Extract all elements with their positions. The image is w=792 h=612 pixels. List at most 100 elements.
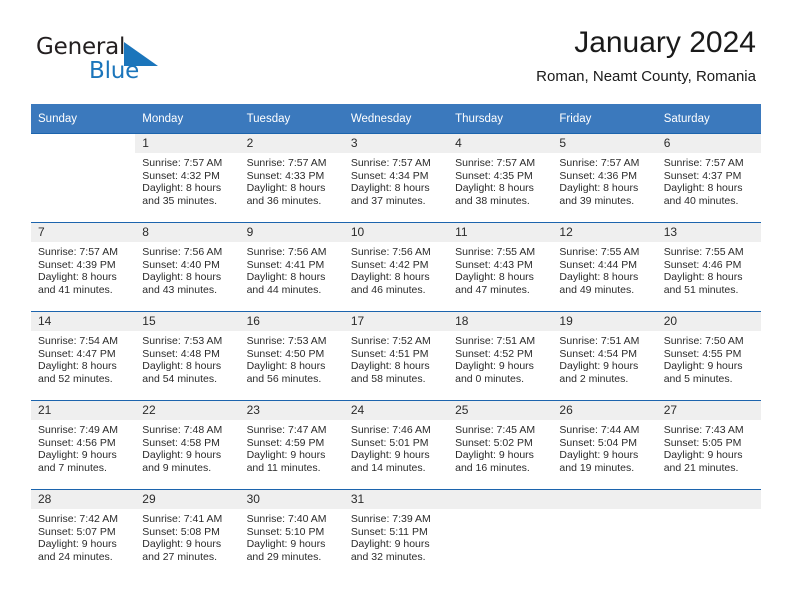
day-cell[interactable]: 4 Sunrise: 7:57 AM Sunset: 4:35 PM Daylight… bbox=[448, 133, 553, 223]
day-cell[interactable]: 28 Sunrise: 7:42 AM Sunset: 5:07 PM Dayligh… bbox=[31, 489, 136, 578]
day-cell[interactable]: 19 Sunrise: 7:51 AM Sunset: 4:54 PM Dayligh… bbox=[552, 311, 657, 401]
day-number: 8 bbox=[135, 223, 240, 242]
daylight-text-line2: and 43 minutes. bbox=[142, 283, 217, 296]
sunset-text: Sunset: 4:47 PM bbox=[38, 347, 116, 360]
day-number: 22 bbox=[135, 401, 240, 420]
day-cell[interactable]: 7 Sunrise: 7:57 AM Sunset: 4:39 PM Daylight… bbox=[31, 222, 136, 312]
daylight-text-line1: Daylight: 8 hours bbox=[142, 271, 222, 284]
day-cell[interactable]: 26 Sunrise: 7:44 AM Sunset: 5:04 PM Dayligh… bbox=[552, 400, 657, 490]
sunset-text: Sunset: 4:36 PM bbox=[559, 169, 638, 182]
day-cell[interactable]: 18 Sunrise: 7:51 AM Sunset: 4:52 PM Dayligh… bbox=[448, 311, 553, 401]
day-details: Sunrise: 7:54 AM Sunset: 4:47 PM Daylight:… bbox=[31, 331, 135, 385]
daylight-text-line1: Daylight: 8 hours bbox=[559, 271, 639, 284]
day-number: 16 bbox=[239, 312, 344, 331]
daylight-text-line1: Daylight: 8 hours bbox=[38, 271, 117, 284]
calendar-week-row: 28 Sunrise: 7:42 AM Sunset: 5:07 PM Dayligh… bbox=[31, 489, 761, 578]
sunset-text: Sunset: 4:41 PM bbox=[246, 258, 325, 271]
day-details: Sunrise: 7:57 AM Sunset: 4:36 PM Daylight:… bbox=[552, 153, 656, 207]
daylight-text-line1: Daylight: 8 hours bbox=[142, 182, 222, 195]
daylight-text-line2: and 14 minutes. bbox=[350, 461, 426, 474]
day-number: 24 bbox=[343, 401, 449, 420]
day-cell[interactable]: 2 Sunrise: 7:57 AM Sunset: 4:33 PM Daylight… bbox=[239, 133, 344, 223]
sunset-text: Sunset: 4:35 PM bbox=[455, 169, 533, 182]
day-cell-inner: 7 Sunrise: 7:57 AM Sunset: 4:39 PM Daylight… bbox=[31, 223, 136, 311]
sunset-text: Sunset: 4:54 PM bbox=[559, 347, 638, 360]
day-cell[interactable]: 15 Sunrise: 7:53 AM Sunset: 4:48 PM Dayligh… bbox=[135, 311, 240, 401]
day-cell[interactable]: 1 Sunrise: 7:57 AM Sunset: 4:32 PM Daylight… bbox=[135, 133, 240, 223]
daylight-text-line1: Daylight: 9 hours bbox=[142, 449, 222, 462]
day-cell[interactable]: 16 Sunrise: 7:53 AM Sunset: 4:50 PM Dayligh… bbox=[239, 311, 344, 401]
calendar-week-row: 7 Sunrise: 7:57 AM Sunset: 4:39 PM Daylight… bbox=[31, 222, 761, 312]
general-blue-logo[interactable]: General Blue bbox=[36, 34, 236, 90]
weekday-header-monday: Monday bbox=[135, 104, 240, 134]
day-details: Sunrise: 7:45 AM Sunset: 5:02 PM Daylight:… bbox=[448, 420, 552, 474]
day-cell[interactable]: 24 Sunrise: 7:46 AM Sunset: 5:01 PM Dayligh… bbox=[343, 400, 449, 490]
daylight-text-line1: Daylight: 8 hours bbox=[663, 271, 743, 284]
sunrise-text: Sunrise: 7:55 AM bbox=[663, 246, 744, 258]
day-details: Sunrise: 7:57 AM Sunset: 4:32 PM Daylight:… bbox=[135, 153, 239, 207]
daylight-text-line1: Daylight: 9 hours bbox=[663, 360, 743, 373]
day-details: Sunrise: 7:51 AM Sunset: 4:52 PM Daylight:… bbox=[448, 331, 552, 385]
day-number: 17 bbox=[343, 312, 449, 331]
day-cell-inner: 13 Sunrise: 7:55 AM Sunset: 4:46 PM Dayligh… bbox=[656, 223, 761, 311]
day-details: Sunrise: 7:44 AM Sunset: 5:04 PM Daylight:… bbox=[552, 420, 656, 474]
sunrise-text: Sunrise: 7:47 AM bbox=[246, 424, 327, 436]
day-cell[interactable]: 29 Sunrise: 7:41 AM Sunset: 5:08 PM Dayligh… bbox=[135, 489, 240, 578]
weekday-header-sunday: Sunday bbox=[31, 104, 136, 134]
daylight-text-line2: and 35 minutes. bbox=[142, 194, 217, 207]
daylight-text-line2: and 54 minutes. bbox=[142, 372, 217, 385]
sunrise-text: Sunrise: 7:53 AM bbox=[142, 335, 223, 347]
daylight-text-line2: and 44 minutes. bbox=[246, 283, 322, 296]
day-cell-inner: 17 Sunrise: 7:52 AM Sunset: 4:51 PM Dayligh… bbox=[343, 312, 449, 400]
day-cell[interactable]: 12 Sunrise: 7:55 AM Sunset: 4:44 PM Dayligh… bbox=[552, 222, 657, 312]
day-details: Sunrise: 7:57 AM Sunset: 4:34 PM Daylight:… bbox=[344, 153, 448, 207]
day-cell-inner: 15 Sunrise: 7:53 AM Sunset: 4:48 PM Dayligh… bbox=[135, 312, 240, 400]
day-details: Sunrise: 7:49 AM Sunset: 4:56 PM Daylight:… bbox=[31, 420, 135, 474]
sunset-text: Sunset: 4:50 PM bbox=[246, 347, 325, 360]
day-cell-inner: 4 Sunrise: 7:57 AM Sunset: 4:35 PM Daylight… bbox=[448, 134, 553, 222]
day-cell[interactable]: 11 Sunrise: 7:55 AM Sunset: 4:43 PM Dayligh… bbox=[448, 222, 553, 312]
daylight-text-line2: and 29 minutes. bbox=[246, 550, 322, 563]
day-cell[interactable]: 10 Sunrise: 7:56 AM Sunset: 4:42 PM Dayligh… bbox=[343, 222, 449, 312]
day-cell[interactable]: 3 Sunrise: 7:57 AM Sunset: 4:34 PM Daylight… bbox=[343, 133, 449, 223]
day-cell[interactable]: 27 Sunrise: 7:43 AM Sunset: 5:05 PM Dayligh… bbox=[656, 400, 761, 490]
day-cell-inner: 14 Sunrise: 7:54 AM Sunset: 4:47 PM Dayligh… bbox=[31, 312, 136, 400]
day-cell[interactable]: 5 Sunrise: 7:57 AM Sunset: 4:36 PM Daylight… bbox=[552, 133, 657, 223]
day-number bbox=[31, 134, 136, 153]
weekday-header-friday: Friday bbox=[552, 104, 657, 134]
sunrise-text: Sunrise: 7:39 AM bbox=[350, 513, 431, 525]
day-number: 2 bbox=[239, 134, 344, 153]
day-cell[interactable]: 9 Sunrise: 7:56 AM Sunset: 4:41 PM Daylight… bbox=[239, 222, 344, 312]
day-cell[interactable]: 25 Sunrise: 7:45 AM Sunset: 5:02 PM Dayligh… bbox=[448, 400, 553, 490]
day-number: 1 bbox=[135, 134, 240, 153]
day-cell[interactable]: 22 Sunrise: 7:48 AM Sunset: 4:58 PM Dayligh… bbox=[135, 400, 240, 490]
day-cell[interactable]: 30 Sunrise: 7:40 AM Sunset: 5:10 PM Dayligh… bbox=[239, 489, 344, 578]
day-cell-inner: 21 Sunrise: 7:49 AM Sunset: 4:56 PM Dayligh… bbox=[31, 401, 136, 489]
day-number: 4 bbox=[448, 134, 553, 153]
day-cell-inner bbox=[448, 490, 553, 578]
daylight-text-line2: and 0 minutes. bbox=[455, 372, 525, 385]
day-cell-inner: 16 Sunrise: 7:53 AM Sunset: 4:50 PM Dayligh… bbox=[239, 312, 344, 400]
day-cell[interactable]: 31 Sunrise: 7:39 AM Sunset: 5:11 PM Dayligh… bbox=[343, 489, 449, 578]
sunrise-text: Sunrise: 7:55 AM bbox=[559, 246, 640, 258]
day-cell[interactable]: 14 Sunrise: 7:54 AM Sunset: 4:47 PM Dayligh… bbox=[31, 311, 136, 401]
sunrise-text: Sunrise: 7:51 AM bbox=[559, 335, 640, 347]
day-details: Sunrise: 7:56 AM Sunset: 4:40 PM Daylight:… bbox=[135, 242, 239, 296]
day-cell[interactable]: 13 Sunrise: 7:55 AM Sunset: 4:46 PM Dayligh… bbox=[656, 222, 761, 312]
day-cell-inner: 3 Sunrise: 7:57 AM Sunset: 4:34 PM Daylight… bbox=[343, 134, 449, 222]
day-cell[interactable]: 8 Sunrise: 7:56 AM Sunset: 4:40 PM Daylight… bbox=[135, 222, 240, 312]
sunset-text: Sunset: 4:34 PM bbox=[350, 169, 429, 182]
day-cell[interactable]: 6 Sunrise: 7:57 AM Sunset: 4:37 PM Daylight… bbox=[656, 133, 761, 223]
day-cell[interactable]: 20 Sunrise: 7:50 AM Sunset: 4:55 PM Dayligh… bbox=[656, 311, 761, 401]
day-cell[interactable]: 21 Sunrise: 7:49 AM Sunset: 4:56 PM Dayligh… bbox=[31, 400, 136, 490]
day-cell[interactable]: 17 Sunrise: 7:52 AM Sunset: 4:51 PM Dayligh… bbox=[343, 311, 449, 401]
sunrise-text: Sunrise: 7:50 AM bbox=[663, 335, 744, 347]
day-cell-inner: 1 Sunrise: 7:57 AM Sunset: 4:32 PM Daylight… bbox=[135, 134, 240, 222]
sunset-text: Sunset: 4:32 PM bbox=[142, 169, 220, 182]
day-number: 26 bbox=[552, 401, 657, 420]
day-cell-inner: 2 Sunrise: 7:57 AM Sunset: 4:33 PM Daylight… bbox=[239, 134, 344, 222]
daylight-text-line1: Daylight: 9 hours bbox=[350, 538, 430, 551]
daylight-text-line1: Daylight: 8 hours bbox=[663, 182, 743, 195]
day-cell[interactable]: 23 Sunrise: 7:47 AM Sunset: 4:59 PM Dayligh… bbox=[239, 400, 344, 490]
day-cell-inner: 24 Sunrise: 7:46 AM Sunset: 5:01 PM Dayligh… bbox=[343, 401, 449, 489]
